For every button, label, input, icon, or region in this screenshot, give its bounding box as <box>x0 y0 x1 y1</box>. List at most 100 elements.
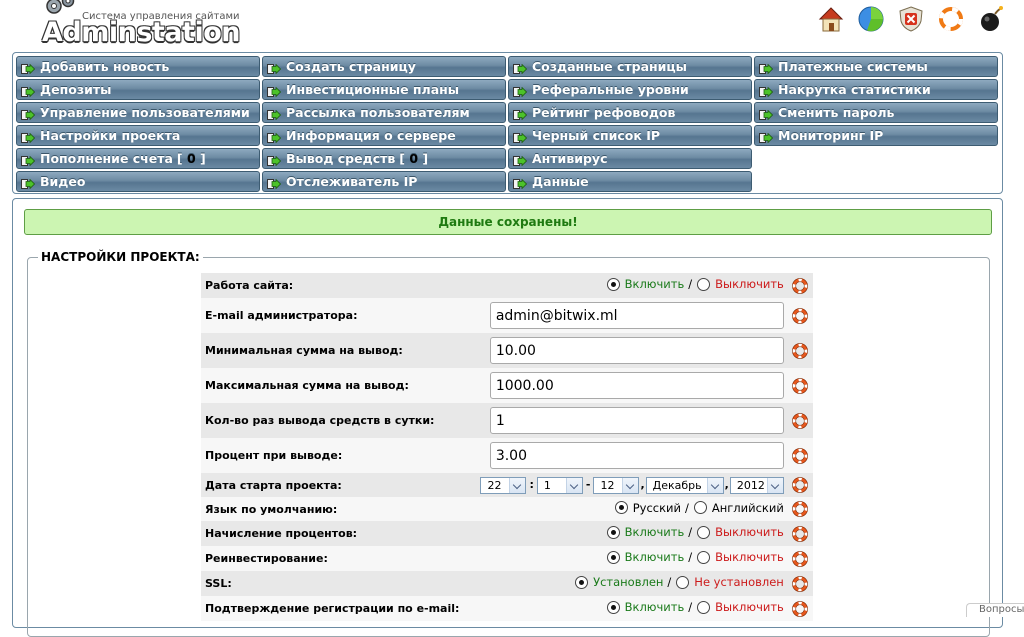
help-lifebuoy-icon[interactable] <box>792 342 809 359</box>
chevron-down-icon <box>622 477 639 493</box>
start-year-select[interactable]: 2012 <box>729 476 784 494</box>
arrow-right-icon <box>513 177 528 189</box>
ssl-on-radio[interactable] <box>575 575 589 589</box>
help-lifebuoy-icon[interactable] <box>792 447 809 464</box>
settings-legend: НАСТРОЙКИ ПРОЕКТА: <box>38 250 203 264</box>
help-lifebuoy-icon[interactable] <box>792 307 809 324</box>
site-work-label: Работа сайта: <box>205 279 294 292</box>
menu-ip-blacklist[interactable]: Черный список IP <box>508 125 752 146</box>
interest-on-label: Включить <box>624 525 685 540</box>
menu-ip-tracker[interactable]: Отслеживатель IP <box>262 171 506 192</box>
menu-antivirus[interactable]: Антивирус <box>508 148 752 169</box>
arrow-right-icon <box>267 85 282 97</box>
reinvest-on-radio[interactable] <box>606 550 620 564</box>
ssl-label: SSL: <box>205 577 232 590</box>
menu-data[interactable]: Данные <box>508 171 752 192</box>
main-menu: Добавить новость Создать страницу Создан… <box>12 52 1003 194</box>
menu-account-topup[interactable]: Пополнение счета[ 0 ] <box>16 148 260 169</box>
reinvest-off-radio[interactable] <box>697 550 711 564</box>
language-en-radio[interactable] <box>693 501 707 515</box>
reinvest-off-label: Выключить <box>715 550 784 565</box>
top-toolbar <box>816 4 1006 36</box>
menu-project-settings[interactable]: Настройки проекта <box>16 125 260 146</box>
min-withdraw-input[interactable] <box>489 337 784 364</box>
help-lifebuoy-icon[interactable] <box>792 575 809 592</box>
topup-count: [ 0 ] <box>176 151 206 166</box>
language-ru-radio[interactable] <box>614 501 628 515</box>
logo-brand: Adminstation <box>42 17 240 48</box>
setting-row-max-withdraw: Максимальная сумма на вывод: <box>201 368 813 403</box>
settings-table: Работа сайта: Включить / Выключить E-mai… <box>201 273 813 621</box>
ssl-off-radio[interactable] <box>676 575 690 589</box>
language-radio-group: Русский / Английский <box>614 500 784 515</box>
menu-add-news[interactable]: Добавить новость <box>16 56 260 77</box>
statistics-icon[interactable] <box>856 4 886 34</box>
start-minute-select[interactable]: 1 <box>536 476 583 494</box>
security-shield-icon[interactable] <box>896 4 926 34</box>
setting-row-email-confirm: Подтверждение регистрации по e-mail: Вкл… <box>201 596 813 621</box>
menu-grid: Добавить новость Создать страницу Создан… <box>16 56 998 192</box>
withdraw-percent-input[interactable] <box>489 442 784 469</box>
site-work-on-radio[interactable] <box>606 277 620 291</box>
start-day-select[interactable]: 12 <box>593 476 640 494</box>
setting-row-min-withdraw: Минимальная сумма на вывод: <box>201 333 813 368</box>
ssl-on-label: Установлен <box>593 575 664 590</box>
chevron-down-icon <box>509 477 526 493</box>
language-ru-label: Русский <box>632 500 681 515</box>
home-icon[interactable] <box>816 4 846 34</box>
setting-row-site-work: Работа сайта: Включить / Выключить <box>201 273 813 298</box>
email-confirm-label: Подтверждение регистрации по e-mail: <box>205 602 460 615</box>
ssl-radio-group: Установлен / Не установлен <box>575 575 784 589</box>
menu-investment-plans[interactable]: Инвестиционные планы <box>262 79 506 100</box>
menu-user-management[interactable]: Управление пользователями <box>16 102 260 123</box>
withdraw-per-day-label: Кол-во раз вывода средств в сутки: <box>205 414 435 427</box>
help-lifebuoy-icon[interactable] <box>792 377 809 394</box>
logo[interactable]: Система управления сайтами Adminstation <box>40 0 240 48</box>
interest-on-radio[interactable] <box>606 525 620 539</box>
help-lifebuoy-icon[interactable] <box>792 412 809 429</box>
menu-referrer-rating[interactable]: Рейтинг рефоводов <box>508 102 752 123</box>
setting-row-interest-accrual: Начисление процентов: Включить / Выключи… <box>201 521 813 546</box>
help-lifebuoy-icon[interactable] <box>792 525 809 542</box>
arrow-right-icon <box>21 177 36 189</box>
interest-accrual-label: Начисление процентов: <box>205 527 358 540</box>
start-hour-select[interactable]: 22 <box>480 476 527 494</box>
chevron-down-icon <box>766 477 783 493</box>
help-lifebuoy-icon[interactable] <box>792 600 809 617</box>
site-work-off-radio[interactable] <box>697 277 711 291</box>
menu-video[interactable]: Видео <box>16 171 260 192</box>
menu-referral-levels[interactable]: Реферальные уровни <box>508 79 752 100</box>
admin-email-input[interactable] <box>489 302 784 329</box>
withdraw-per-day-input[interactable] <box>489 407 784 434</box>
interest-off-radio[interactable] <box>697 525 711 539</box>
help-lifebuoy-icon[interactable] <box>792 477 809 493</box>
menu-withdraw-funds[interactable]: Вывод средств[ 0 ] <box>262 148 506 169</box>
help-lifebuoy-icon[interactable] <box>792 501 809 517</box>
help-lifebuoy-icon[interactable] <box>792 550 809 567</box>
withdraw-percent-label: Процент при выводе: <box>205 449 343 462</box>
menu-user-mailing[interactable]: Рассылка пользователям <box>262 102 506 123</box>
menu-deposits[interactable]: Депозиты <box>16 79 260 100</box>
min-withdraw-label: Минимальная сумма на вывод: <box>205 344 403 357</box>
email-confirm-on-label: Включить <box>624 600 685 615</box>
chevron-down-icon <box>706 477 723 493</box>
refresh-icon[interactable] <box>936 4 966 34</box>
help-lifebuoy-icon[interactable] <box>792 277 809 294</box>
menu-stats-boost[interactable]: Накрутка статистики <box>754 79 998 100</box>
setting-row-start-date: Дата старта проекта: 22:1-12, Декабрь, 201… <box>201 473 813 497</box>
feedback-tab[interactable]: Вопросы <box>966 603 1024 617</box>
email-confirm-off-radio[interactable] <box>697 600 711 614</box>
menu-ip-monitoring[interactable]: Мониторинг IP <box>754 125 998 146</box>
max-withdraw-input[interactable] <box>489 372 784 399</box>
menu-payment-systems[interactable]: Платежные системы <box>754 56 998 77</box>
arrow-right-icon <box>21 62 36 74</box>
start-month-select[interactable]: Декабрь <box>645 476 724 494</box>
email-confirm-on-radio[interactable] <box>606 600 620 614</box>
menu-change-password[interactable]: Сменить пароль <box>754 102 998 123</box>
menu-create-page[interactable]: Создать страницу <box>262 56 506 77</box>
menu-created-pages[interactable]: Созданные страницы <box>508 56 752 77</box>
menu-server-info[interactable]: Информация о сервере <box>262 125 506 146</box>
site-work-on-label: Включить <box>624 277 685 292</box>
arrow-right-icon <box>759 62 774 74</box>
bomb-icon[interactable] <box>976 4 1006 34</box>
